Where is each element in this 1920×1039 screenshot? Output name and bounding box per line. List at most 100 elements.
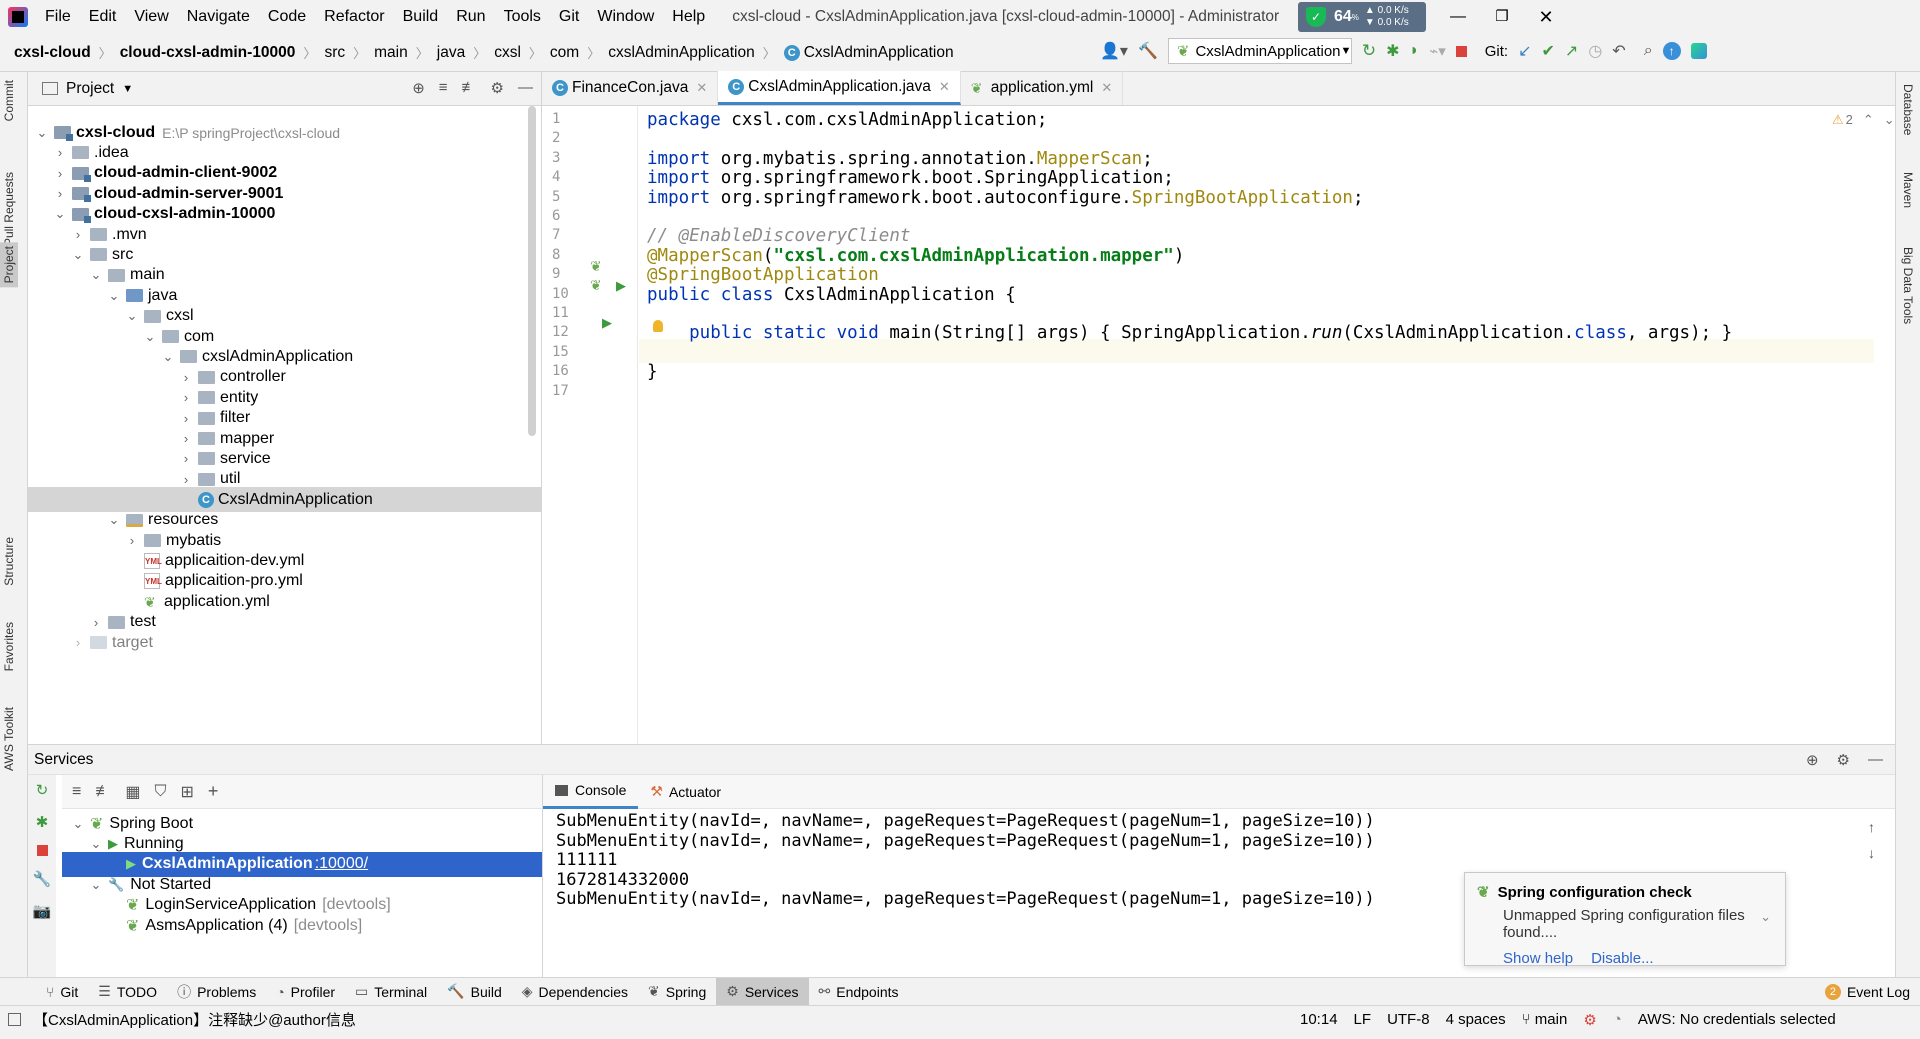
coverage-icon[interactable]: ◗	[1410, 42, 1420, 60]
breadcrumb-item[interactable]: main	[374, 44, 408, 62]
indent-setting[interactable]: 4 spaces	[1446, 1011, 1506, 1028]
tab-actuator[interactable]: ⚒ Actuator	[638, 775, 733, 809]
file-encoding[interactable]: UTF-8	[1387, 1011, 1430, 1028]
run-gutter-icon[interactable]: ▶	[616, 278, 626, 294]
project-tree-item[interactable]: › target	[28, 630, 541, 655]
aws-status[interactable]: AWS: No credentials selected	[1638, 1011, 1836, 1028]
add-service-icon[interactable]: +	[208, 781, 219, 802]
run-config-select[interactable]: ❦ CxslAdminApplication ▼	[1167, 38, 1352, 64]
chevron-down-icon[interactable]: ⌄	[142, 329, 158, 345]
chevron-down-icon[interactable]: ⌄	[34, 125, 50, 141]
chevron-right-icon[interactable]: ›	[178, 411, 194, 426]
close-tab-icon[interactable]: ✕	[696, 80, 707, 96]
gear-icon[interactable]: ⚙	[491, 79, 504, 97]
breadcrumb-item[interactable]: CxslAdminApplication	[804, 44, 954, 62]
chevron-right-icon[interactable]: ›	[178, 370, 194, 385]
hide-icon[interactable]: —	[1868, 751, 1883, 769]
tool-tab-profiler[interactable]: ◔ Profiler	[266, 978, 345, 1006]
collapse-all-icon[interactable]: ≢	[95, 783, 111, 801]
menu-git[interactable]: Git	[550, 0, 588, 34]
locate-icon[interactable]: ⊕	[412, 79, 425, 97]
menu-refactor[interactable]: Refactor	[315, 0, 393, 34]
tool-tab-dependencies[interactable]: ◈ Dependencies	[512, 978, 638, 1006]
chevron-down-icon[interactable]: ▼	[122, 83, 133, 95]
chevron-right-icon[interactable]: ›	[178, 431, 194, 446]
rollback-icon[interactable]: ↶	[1612, 41, 1625, 61]
database-tab[interactable]: Database	[1901, 84, 1915, 135]
scroll-up-icon[interactable]: ↑	[1868, 819, 1875, 835]
breadcrumb-item[interactable]: src	[324, 44, 345, 62]
chevron-right-icon[interactable]: ›	[178, 451, 194, 466]
disable-link[interactable]: Disable...	[1591, 950, 1654, 967]
tab-console[interactable]: Console	[543, 775, 639, 809]
tool-tab-endpoints[interactable]: ⚯ Endpoints	[809, 978, 909, 1006]
menu-file[interactable]: File	[36, 0, 80, 34]
tool-tab-todo[interactable]: ☰ TODO	[88, 978, 167, 1006]
inspection-widget[interactable]: ⚠ 2 ⌃ ⌄	[1832, 112, 1895, 128]
menu-edit[interactable]: Edit	[80, 0, 126, 34]
chevron-down-icon[interactable]: ⌄	[106, 512, 122, 528]
chevron-right-icon[interactable]: ›	[70, 227, 86, 242]
chevron-down-icon[interactable]: ⌄	[1760, 909, 1771, 925]
close-tab-icon[interactable]: ✕	[1101, 80, 1112, 96]
chevron-right-icon[interactable]: ›	[52, 166, 68, 181]
commit-tab[interactable]: Commit	[2, 80, 16, 121]
breadcrumb-item[interactable]: cxsl	[494, 44, 521, 62]
chevron-right-icon[interactable]: ›	[52, 145, 68, 160]
user-icon[interactable]: 👤▾	[1100, 41, 1128, 61]
minimize-button[interactable]: —	[1440, 0, 1476, 34]
caret-position[interactable]: 10:14	[1300, 1011, 1338, 1028]
group-by-icon[interactable]: ▦	[125, 782, 140, 802]
expand-all-icon[interactable]: ≡	[72, 783, 81, 801]
chevron-right-icon[interactable]: ›	[178, 390, 194, 405]
restore-button[interactable]: ❐	[1484, 0, 1520, 34]
pull-requests-tab[interactable]: Pull Requests	[2, 172, 16, 246]
memory-icon[interactable]: ◔	[1613, 1011, 1622, 1028]
breadcrumb-item[interactable]: cloud-cxsl-admin-10000	[120, 44, 296, 62]
event-log-button[interactable]: 2 Event Log	[1824, 983, 1910, 1000]
big-data-tools-tab[interactable]: Big Data Tools	[1901, 247, 1915, 324]
history-icon[interactable]: ◷	[1588, 41, 1602, 61]
close-tab-icon[interactable]: ✕	[939, 79, 950, 95]
git-branch[interactable]: ⑂ main	[1522, 1011, 1568, 1028]
project-panel-title[interactable]: Project	[66, 80, 114, 98]
menu-code[interactable]: Code	[259, 0, 315, 34]
menu-help[interactable]: Help	[663, 0, 714, 34]
menu-navigate[interactable]: Navigate	[178, 0, 259, 34]
chevron-right-icon[interactable]: ›	[124, 533, 140, 548]
chevron-right-icon[interactable]: ›	[88, 615, 104, 630]
scroll-down-icon[interactable]: ↓	[1868, 845, 1875, 861]
spring-bean-icon[interactable]: ❦	[590, 277, 602, 294]
git-update-icon[interactable]: ↙	[1518, 41, 1531, 61]
service-tree-item[interactable]: ❦ AsmsApplication (4) [devtools]	[62, 913, 542, 938]
line-separator[interactable]: LF	[1354, 1011, 1372, 1028]
show-help-link[interactable]: Show help	[1503, 950, 1573, 967]
chevron-down-icon[interactable]: ⌄	[70, 816, 86, 832]
breadcrumb-item[interactable]: cxsl-cloud	[14, 44, 91, 62]
search-icon[interactable]: ⌕	[1644, 42, 1653, 60]
debug-icon[interactable]: ✱	[36, 813, 49, 831]
filter-icon[interactable]: ⛉	[154, 783, 166, 801]
chevron-down-icon[interactable]: ⌄	[88, 267, 104, 283]
editor-tab[interactable]: C FinanceCon.java ✕	[542, 71, 719, 105]
chevron-down-icon[interactable]: ⌄	[88, 877, 104, 893]
spring-bean-icon[interactable]: ❦	[590, 258, 602, 275]
tree-scrollbar[interactable]	[528, 106, 536, 436]
locate-icon[interactable]: ⊕	[1806, 751, 1819, 769]
project-tab[interactable]: Project	[0, 242, 18, 288]
chevron-down-icon[interactable]: ⌄	[70, 247, 86, 263]
menu-window[interactable]: Window	[588, 0, 663, 34]
expand-all-icon[interactable]: ≡	[439, 79, 448, 97]
aws-toolkit-tab[interactable]: AWS Toolkit	[2, 707, 16, 771]
tool-tab-problems[interactable]: ⓘ Problems	[167, 978, 266, 1006]
tool-tab-services[interactable]: ⚙ Services	[716, 977, 809, 1006]
structure-tab[interactable]: Structure	[2, 537, 16, 586]
wrench-icon[interactable]: 🔧	[33, 870, 52, 888]
previous-highlight-icon[interactable]: ⌃	[1863, 112, 1874, 128]
gear-icon[interactable]: ⚙	[1837, 751, 1850, 769]
toolbox-icon[interactable]	[1690, 43, 1707, 59]
update-ide-icon[interactable]: ↑	[1662, 42, 1681, 60]
favorites-tab[interactable]: Favorites	[2, 622, 16, 671]
camera-icon[interactable]: 📷	[33, 902, 52, 920]
editor-tab[interactable]: ❦ application.yml ✕	[961, 71, 1124, 105]
